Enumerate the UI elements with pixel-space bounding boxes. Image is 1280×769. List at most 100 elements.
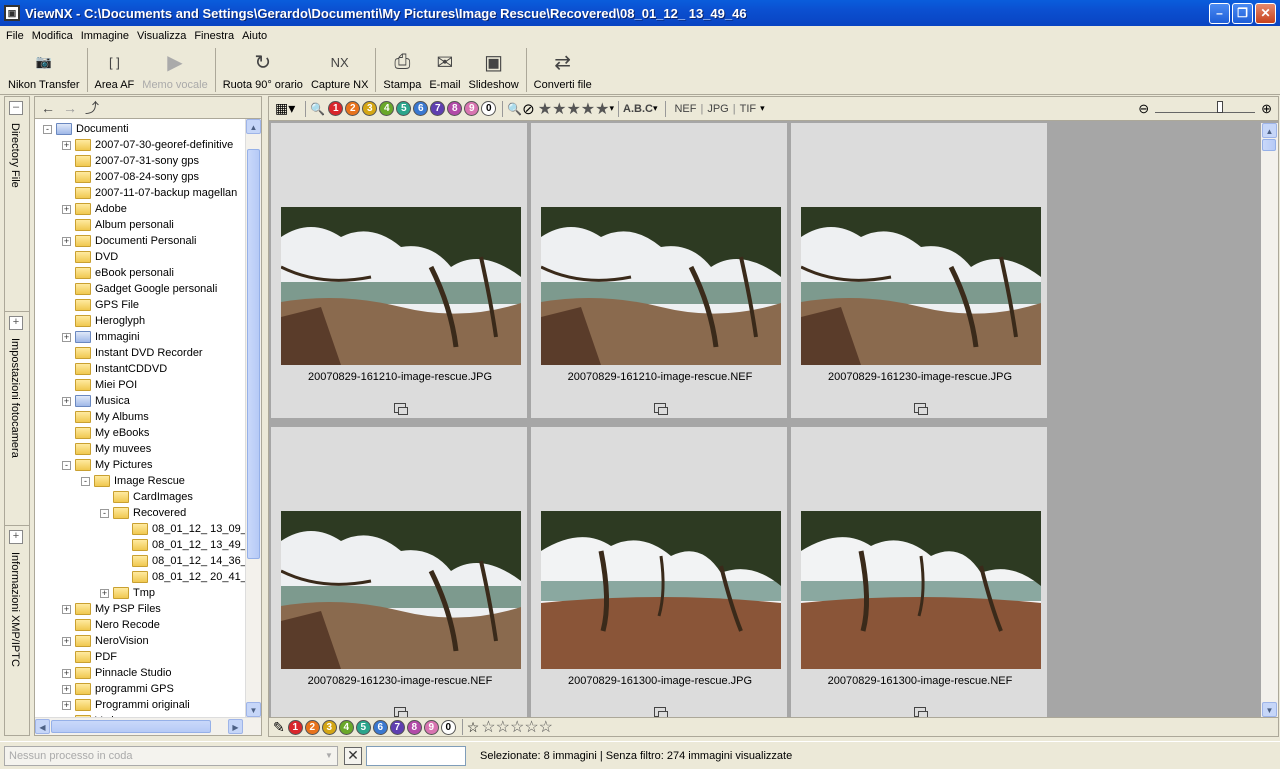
thumbnail-image[interactable] [541, 207, 781, 365]
forward-arrow-icon[interactable]: → [63, 100, 77, 116]
label-filter-8[interactable]: 8 [447, 101, 463, 116]
tree-node[interactable]: 08_01_12_ 14_36_ [119, 553, 245, 569]
expand-icon[interactable]: + [100, 588, 109, 598]
tree-node[interactable]: My eBooks [62, 425, 149, 441]
label-filter-icon[interactable]: 🔍 [310, 102, 325, 116]
thumbnail-cell[interactable]: 20070829-161230-image-rescue.JPG [791, 123, 1049, 421]
scroll-up-icon[interactable]: ▲ [246, 119, 261, 134]
tree-node[interactable]: + NeroVision [62, 633, 149, 649]
thumbnail-cell[interactable]: 20070829-161300-image-rescue.NEF [791, 427, 1049, 717]
apply-label-6[interactable]: 6 [372, 719, 388, 735]
chevron-down-icon[interactable]: ▾ [653, 103, 658, 114]
cancel-process-button[interactable]: ✕ [344, 746, 362, 765]
thumbnail-image[interactable] [801, 511, 1041, 669]
expand-icon[interactable]: + [62, 396, 71, 406]
process-queue-select[interactable]: Nessun processo in coda ▼ [4, 745, 338, 766]
apply-label-2[interactable]: 2 [304, 719, 320, 735]
back-arrow-icon[interactable]: ← [41, 100, 55, 116]
up-folder-icon[interactable]: ⤴ [85, 98, 99, 118]
side-tab-xmp-iptc[interactable]: + Informazioni XMP/IPTC [5, 525, 29, 735]
star-filter-icon[interactable]: ★ [581, 99, 595, 119]
tree-node[interactable]: + My PSP Files [62, 601, 161, 617]
label-filter-6[interactable]: 6 [413, 101, 429, 116]
apply-star-icon[interactable]: ☆ [510, 717, 524, 737]
label-filter-0[interactable]: 0 [481, 101, 497, 116]
scroll-thumb[interactable] [247, 149, 260, 559]
af-area-button[interactable]: [ ] Area AF [91, 45, 139, 93]
expand-icon[interactable]: + [62, 204, 71, 214]
tree-node[interactable]: Gadget Google personali [62, 281, 217, 297]
minimize-button[interactable]: – [1209, 2, 1230, 24]
tree-node[interactable]: GPS File [62, 297, 139, 313]
tree-node[interactable]: + Immagini [62, 329, 140, 345]
tree-node[interactable]: +2007-07-30-georef-definitive [62, 137, 233, 153]
tree-node[interactable]: + programmi GPS [62, 681, 174, 697]
tree-node[interactable]: My Albums [62, 409, 149, 425]
tree-node[interactable]: + Pinnacle Studio [62, 665, 171, 681]
scroll-up-icon[interactable]: ▲ [1262, 123, 1277, 138]
tree-node[interactable]: DVD [62, 249, 118, 265]
tree-node[interactable]: Album personali [62, 217, 174, 233]
tree-node[interactable]: + Tmp [100, 585, 155, 601]
apply-star-icon[interactable]: ☆ [496, 717, 510, 737]
tree-node[interactable]: Nero Recode [62, 617, 160, 633]
chevron-down-icon[interactable]: ▾ [609, 103, 614, 114]
apply-label-8[interactable]: 8 [406, 719, 422, 735]
scroll-thumb[interactable] [51, 720, 211, 733]
apply-star-icon[interactable]: ☆ [524, 717, 538, 737]
scroll-down-icon[interactable]: ▼ [1262, 702, 1277, 717]
menu-item-visualizza[interactable]: Visualizza [133, 30, 190, 42]
expand-icon[interactable]: + [62, 700, 71, 710]
tree-node[interactable]: 2007-07-31-sony gps [62, 153, 199, 169]
scroll-thumb[interactable] [1262, 139, 1276, 151]
email-button[interactable]: ✉ E-mail [425, 45, 464, 93]
scroll-down-icon[interactable]: ▼ [246, 702, 261, 717]
apply-label-4[interactable]: 4 [338, 719, 354, 735]
tree-node[interactable]: + Musica [62, 393, 130, 409]
star-filter-icon[interactable]: ★ [595, 99, 609, 119]
menu-item-modifica[interactable]: Modifica [28, 30, 77, 42]
thumbnail-image[interactable] [281, 207, 521, 365]
tree-node[interactable]: eBook personali [62, 265, 174, 281]
apply-label-3[interactable]: 3 [321, 719, 337, 735]
tree-node[interactable]: - Image Rescue [81, 473, 185, 489]
side-tab-camera-settings[interactable]: + Impostazioni fotocamera [5, 311, 29, 523]
capture-nx-button[interactable]: NX Capture NX [307, 45, 372, 93]
tree-node[interactable]: + Programmi originali [62, 697, 190, 713]
apply-label-7[interactable]: 7 [389, 719, 405, 735]
menu-item-aiuto[interactable]: Aiuto [238, 30, 271, 42]
rating-filter-icon[interactable]: 🔍 [507, 102, 522, 116]
format-filter-tif[interactable]: TIF [740, 103, 757, 115]
scroll-left-icon[interactable]: ◀ [35, 719, 50, 734]
side-tab-directory[interactable]: – Directory File [5, 97, 29, 309]
zoom-track[interactable] [1155, 100, 1256, 113]
zoom-in-icon[interactable]: ⊕ [1261, 101, 1272, 117]
chevron-down-icon[interactable]: ▼ [321, 747, 337, 765]
label-filter-7[interactable]: 7 [430, 101, 446, 116]
tree-node[interactable]: 2007-08-24-sony gps [62, 169, 199, 185]
label-filter-4[interactable]: 4 [379, 101, 395, 116]
collapse-icon[interactable]: – [9, 101, 23, 115]
expand-icon[interactable]: + [62, 684, 71, 694]
rotate-cw-button[interactable]: ↻ Ruota 90° orario [219, 45, 307, 93]
collapse-icon[interactable]: - [62, 460, 71, 470]
zoom-slider[interactable]: ⊖ ⊕ [1138, 100, 1272, 117]
tree-node[interactable]: Miei POI [62, 377, 137, 393]
maximize-button[interactable]: ❐ [1232, 2, 1253, 24]
rating-pen-icon[interactable]: ☆ [467, 719, 480, 736]
menu-item-immagine[interactable]: Immagine [77, 30, 133, 42]
expand-icon[interactable]: + [62, 140, 71, 150]
tree-node[interactable]: 2007-11-07-backup magellan [62, 185, 237, 201]
collapse-icon[interactable]: - [100, 508, 109, 518]
apply-star-icon[interactable]: ☆ [539, 717, 553, 737]
thumbnail-cell[interactable]: 20070829-161210-image-rescue.NEF [531, 123, 789, 421]
thumbnail-cell[interactable]: 20070829-161300-image-rescue.JPG [531, 427, 789, 717]
label-filter-2[interactable]: 2 [345, 101, 361, 116]
expand-icon[interactable]: + [62, 668, 71, 678]
collapse-icon[interactable]: - [81, 476, 90, 486]
tree-node[interactable]: + Documenti Personali [62, 233, 197, 249]
scroll-right-icon[interactable]: ▶ [228, 719, 243, 734]
grid-vertical-scrollbar[interactable]: ▲ ▼ [1261, 123, 1278, 717]
format-filter-jpg[interactable]: JPG [707, 103, 728, 115]
apply-label-0[interactable]: 0 [440, 719, 456, 735]
